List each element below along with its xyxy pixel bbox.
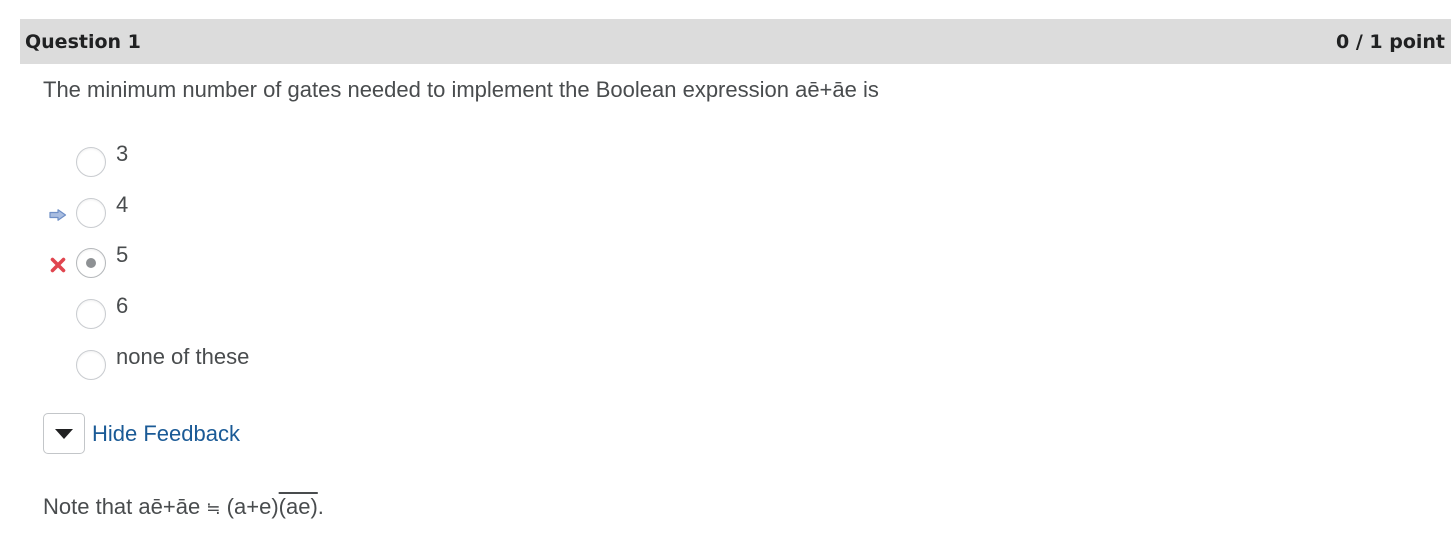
- note-symbol: ≒: [206, 499, 221, 519]
- radio-button[interactable]: [76, 198, 106, 228]
- option-4: 4: [0, 192, 600, 232]
- feedback-note: Note that aē+āe ≒ (a+e)(ae).: [43, 494, 324, 520]
- hide-feedback-link[interactable]: Hide Feedback: [92, 421, 240, 447]
- question-header: Question 1 0 / 1 point: [20, 19, 1451, 64]
- x-icon: [48, 255, 68, 275]
- option-5: 5: [0, 242, 600, 282]
- option-label: none of these: [116, 344, 250, 369]
- radio-button[interactable]: [76, 350, 106, 380]
- arrow-right-icon: [48, 205, 68, 225]
- question-points: 0 / 1 point: [1336, 30, 1445, 53]
- radio-button[interactable]: [76, 147, 106, 177]
- question-text: The minimum number of gates needed to im…: [43, 77, 879, 102]
- option-label: 5: [116, 242, 129, 267]
- radio-button[interactable]: [76, 299, 106, 329]
- note-expression: (a+e): [220, 494, 279, 519]
- radio-button-selected[interactable]: [76, 248, 106, 278]
- option-3: 3: [0, 141, 600, 181]
- question-title: Question 1: [25, 30, 141, 53]
- option-6: 6: [0, 293, 600, 333]
- caret-down-icon[interactable]: [43, 413, 85, 454]
- note-overlined-term: (ae): [278, 494, 318, 519]
- note-prefix: Note that aē+āe: [43, 494, 207, 519]
- note-suffix: .: [317, 494, 324, 519]
- option-label: 3: [116, 141, 129, 166]
- option-label: 4: [116, 192, 129, 217]
- option-label: 6: [116, 293, 129, 318]
- hide-feedback-toggle[interactable]: Hide Feedback: [43, 413, 240, 454]
- option-none-of-these: none of these: [0, 344, 600, 384]
